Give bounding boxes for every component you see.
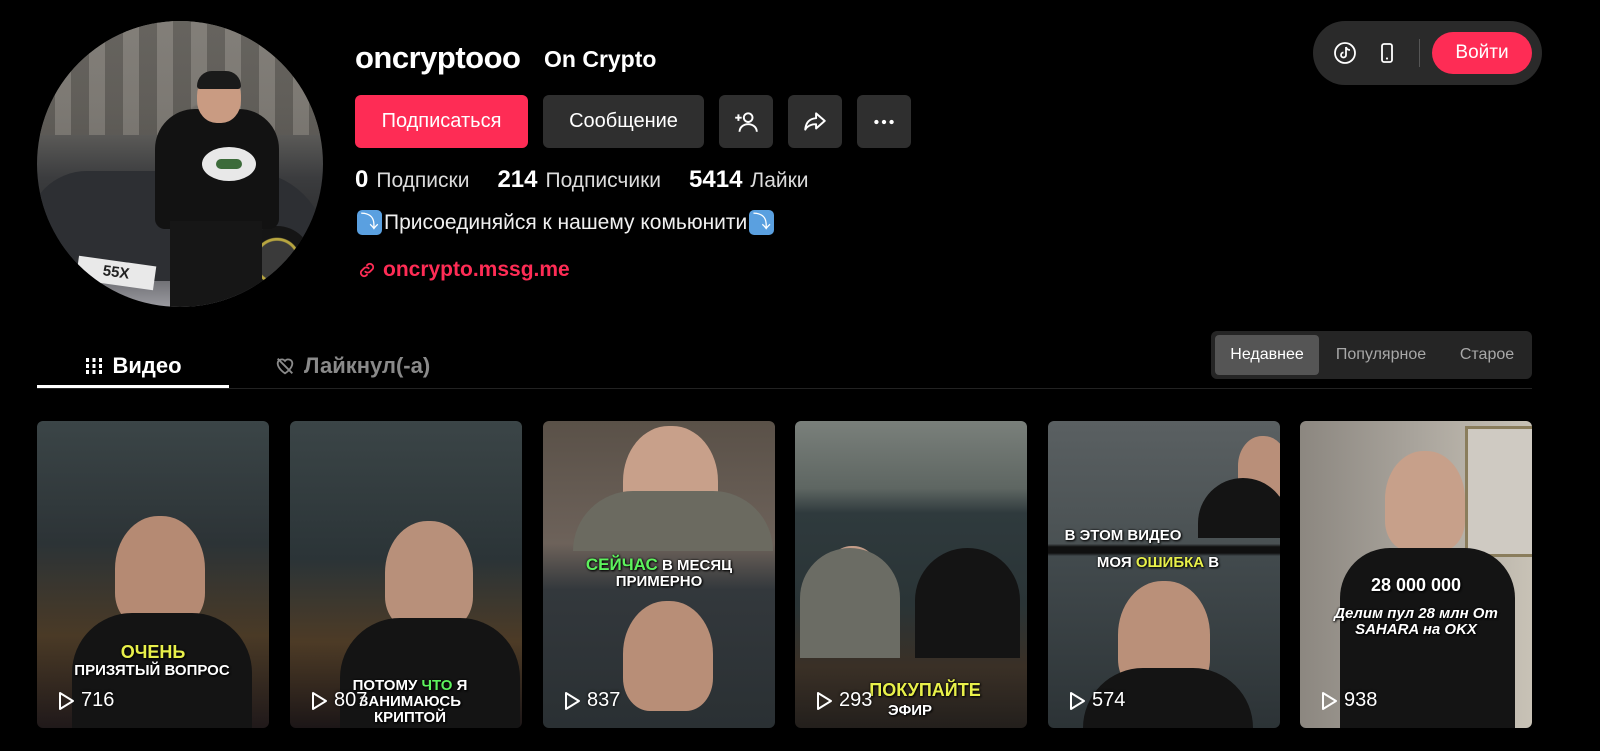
play-icon: [1070, 691, 1085, 710]
tiktok-icon[interactable]: [1333, 41, 1357, 65]
profile-stats: 0 Подписки 214 Подписчики 5414 Лайки: [355, 166, 809, 194]
sort-selector: Недавнее Популярное Старое: [1211, 331, 1532, 379]
video-caption: ПРИЗЯТЫЙ ВОПРОС: [74, 662, 230, 679]
login-button[interactable]: Войти: [1432, 32, 1532, 74]
add-user-icon: [735, 111, 758, 132]
video-caption: В ЭТОМ ВИДЕО: [1064, 527, 1182, 544]
play-icon: [59, 691, 74, 710]
more-icon: [874, 119, 894, 124]
grid-icon: [86, 358, 103, 374]
video-caption: МОЯ ОШИБКА В: [1096, 554, 1220, 571]
arrow-down-emoji-icon: ⤵: [749, 210, 775, 235]
follow-button[interactable]: Подписаться: [355, 95, 528, 148]
profile-username: oncryptooo: [355, 40, 521, 75]
video-thumbnail-painting: [1465, 426, 1532, 557]
video-card[interactable]: ПОКУПАЙТЕ ЭФИР 293: [795, 421, 1027, 728]
more-options-button[interactable]: [857, 95, 911, 148]
play-icon: [312, 691, 327, 710]
profile-nickname: On Crypto: [544, 46, 657, 72]
top-bar-actions: Войти: [1313, 21, 1542, 85]
play-icon: [565, 691, 580, 710]
video-views: 574: [1068, 689, 1125, 712]
video-thumbnail-shirt: [573, 491, 773, 551]
video-thumbnail-person: [1385, 451, 1465, 551]
sort-recent[interactable]: Недавнее: [1215, 335, 1319, 375]
video-thumbnail-hoodie: [1198, 478, 1280, 538]
link-icon: [359, 262, 375, 278]
video-views: 837: [563, 689, 620, 712]
heart-hidden-icon: [276, 358, 294, 375]
mobile-icon[interactable]: [1375, 41, 1399, 65]
video-thumbnail-person: [385, 521, 473, 629]
video-caption: Делим пул 28 млн От SAHARA на OKX: [1334, 605, 1498, 638]
avatar-hair: [197, 71, 241, 89]
video-thumbnail-person: [115, 516, 205, 626]
video-card[interactable]: ПОТОМУ ЧТО Я ЗАНИМАЮСЬ КРИПТОЙ 807: [290, 421, 522, 728]
tab-liked[interactable]: Лайкнул(-а): [274, 344, 430, 388]
video-card[interactable]: СЕЙЧАС В МЕСЯЦ ПРИМЕРНО 837: [543, 421, 775, 728]
suggested-accounts-button[interactable]: [719, 95, 773, 148]
play-icon: [817, 691, 832, 710]
likes-count: 5414 Лайки: [689, 166, 809, 193]
avatar-legs: [170, 221, 262, 307]
tab-videos[interactable]: Видео: [37, 344, 229, 388]
bio-text: Присоединяйся к нашему комьюнити: [384, 210, 748, 234]
video-card[interactable]: 28 000 000 Делим пул 28 млн От SAHARA на…: [1300, 421, 1532, 728]
share-icon: [804, 111, 826, 131]
video-views: 293: [815, 689, 872, 712]
arrow-down-emoji-icon: ⤵: [357, 210, 382, 235]
message-button[interactable]: Сообщение: [543, 95, 704, 148]
video-card[interactable]: В ЭТОМ ВИДЕО МОЯ ОШИБКА В 574: [1048, 421, 1280, 728]
followers-count[interactable]: 214 Подписчики: [497, 166, 661, 194]
tab-liked-label: Лайкнул(-а): [304, 353, 431, 378]
tab-videos-label: Видео: [112, 353, 182, 378]
profile-link[interactable]: oncrypto.mssg.me: [357, 258, 570, 282]
video-caption: 28 000 000: [1370, 575, 1462, 595]
profile-link-text[interactable]: oncrypto.mssg.me: [383, 258, 570, 282]
sort-popular[interactable]: Популярное: [1323, 335, 1439, 375]
video-thumbnail-hoodie: [915, 548, 1020, 658]
share-button[interactable]: [788, 95, 842, 148]
video-views: 938: [1320, 689, 1377, 712]
sort-oldest[interactable]: Старое: [1445, 335, 1529, 375]
avatar-sweater-logo: [202, 147, 256, 181]
video-caption: СЕЙЧАС В МЕСЯЦ ПРИМЕРНО: [585, 555, 733, 590]
play-icon: [1322, 691, 1337, 710]
video-views: 716: [57, 689, 114, 712]
video-card[interactable]: ОЧЕНЬ ПРИЗЯТЫЙ ВОПРОС 716: [37, 421, 269, 728]
video-thumbnail-person: [623, 601, 713, 711]
profile-bio: ⤵ Присоединяйся к нашему комьюнити ⤵: [355, 210, 776, 235]
video-views: 807: [310, 689, 367, 712]
video-caption: ОЧЕНЬ: [120, 642, 186, 662]
tabs-divider: [37, 388, 1532, 389]
following-count[interactable]: 0 Подписки: [355, 166, 469, 194]
divider: [1419, 39, 1420, 67]
video-thumbnail-shirt: [800, 548, 900, 658]
profile-avatar[interactable]: 55X: [37, 21, 323, 307]
